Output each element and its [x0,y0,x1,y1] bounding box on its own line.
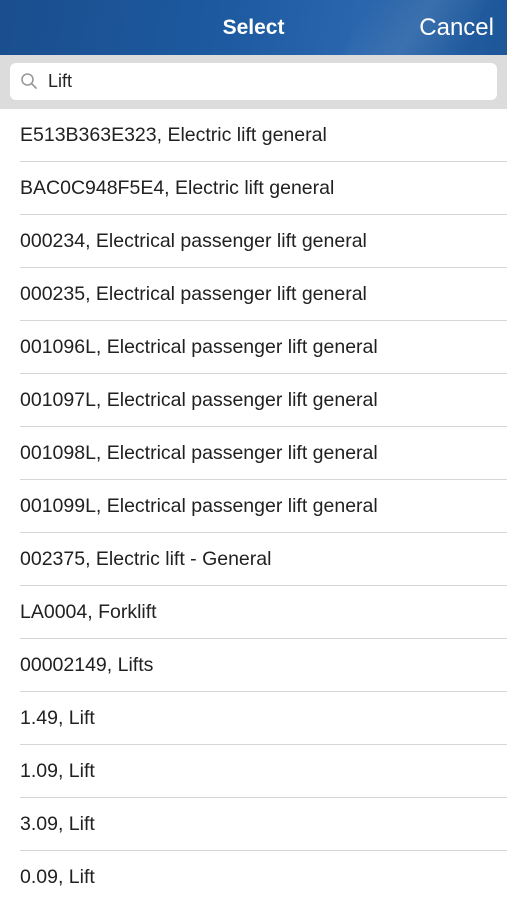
list-item[interactable]: 002375, Electric lift - General [20,533,507,586]
list-item[interactable]: BAC0C948F5E4, Electric lift general [20,162,507,215]
list-item[interactable]: 000235, Electrical passenger lift genera… [20,268,507,321]
header-bar: Select Cancel [0,0,507,55]
results-list: E513B363E323, Electric lift general BAC0… [0,109,507,900]
list-item[interactable]: 1.09, Lift [20,745,507,798]
list-item[interactable]: 3.09, Lift [20,798,507,851]
search-input[interactable] [48,63,488,100]
list-item[interactable]: E513B363E323, Electric lift general [20,109,507,162]
list-item[interactable]: 001099L, Electrical passenger lift gener… [20,480,507,533]
list-item[interactable]: 001097L, Electrical passenger lift gener… [20,374,507,427]
search-bar [0,55,507,109]
list-item[interactable]: 00002149, Lifts [20,639,507,692]
list-item[interactable]: 001098L, Electrical passenger lift gener… [20,427,507,480]
list-item[interactable]: 0.09, Lift [20,851,507,900]
list-item[interactable]: LA0004, Forklift [20,586,507,639]
list-item[interactable]: 001096L, Electrical passenger lift gener… [20,321,507,374]
cancel-button[interactable]: Cancel [419,0,494,55]
search-box[interactable] [10,63,497,100]
list-item[interactable]: 000234, Electrical passenger lift genera… [20,215,507,268]
list-item[interactable]: 1.49, Lift [20,692,507,745]
search-icon [21,73,37,89]
